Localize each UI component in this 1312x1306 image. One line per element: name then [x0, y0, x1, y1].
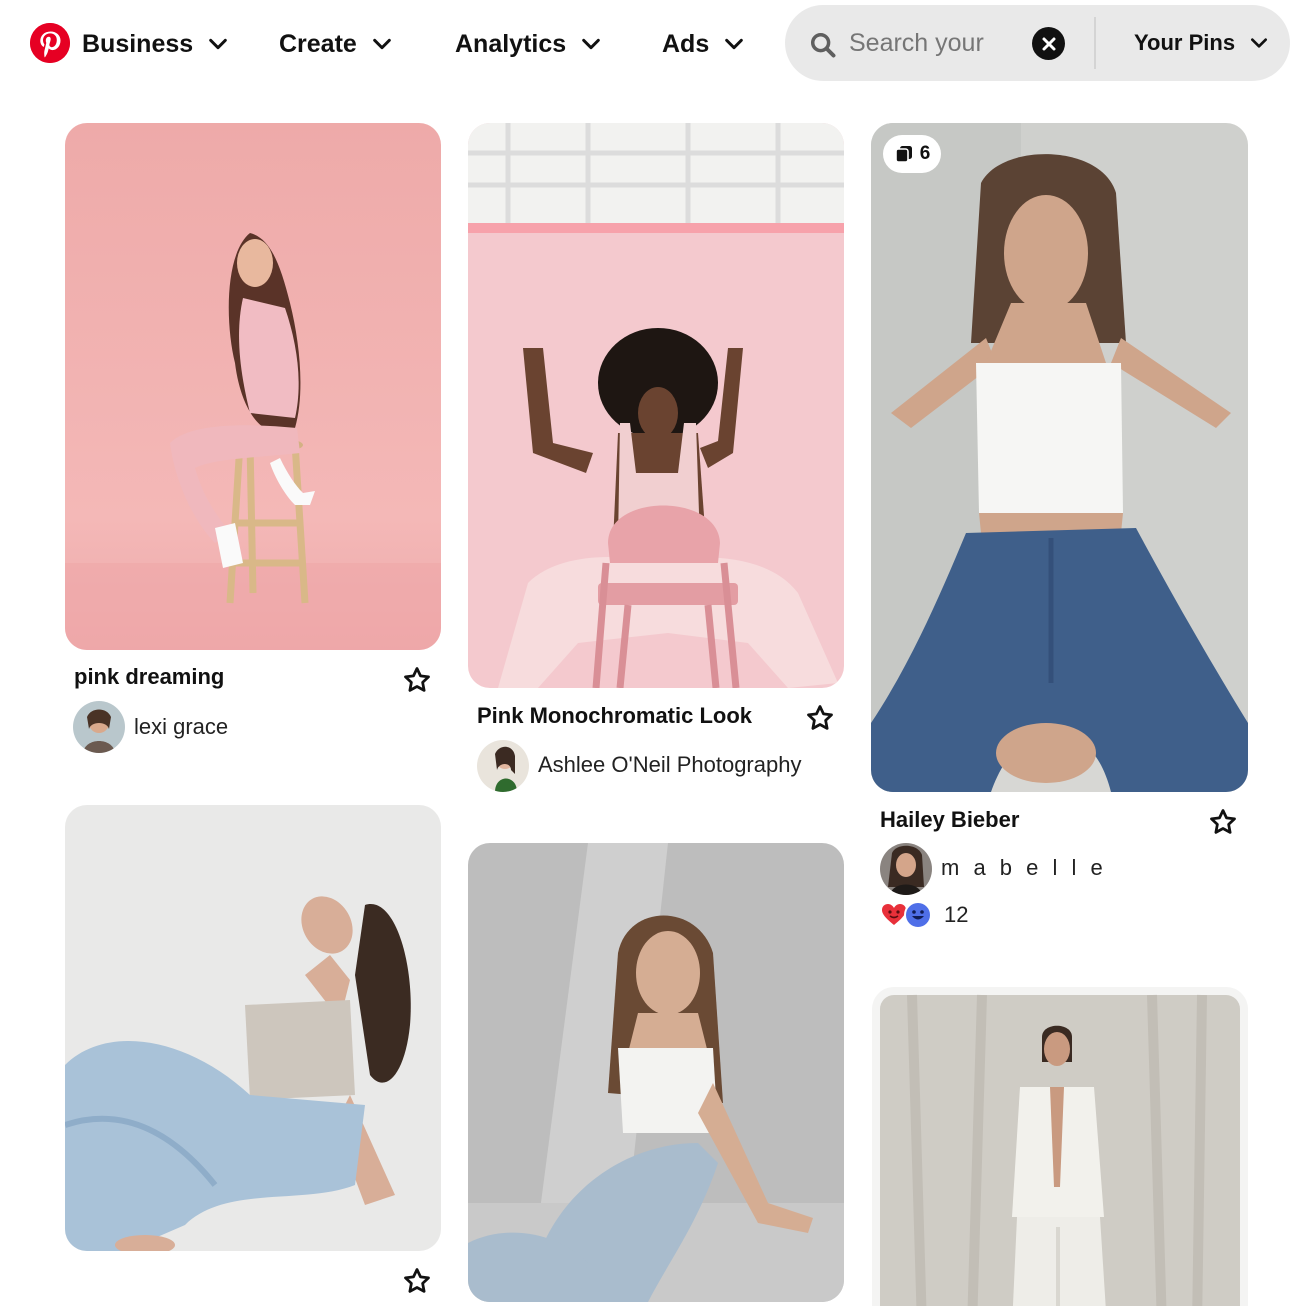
reactions[interactable]: 12 — [880, 900, 968, 930]
clear-icon — [1042, 37, 1055, 50]
avatar[interactable] — [880, 843, 932, 895]
chevron-down-icon — [373, 38, 391, 50]
star-outline-icon — [404, 1268, 430, 1293]
nav-business[interactable]: Business — [82, 24, 229, 64]
pin-image[interactable] — [468, 123, 844, 688]
pin-image[interactable] — [468, 843, 844, 1302]
nav-analytics[interactable]: Analytics — [455, 24, 602, 64]
pin-author[interactable]: lexi grace — [134, 714, 228, 740]
nav-ads[interactable]: Ads — [662, 24, 745, 64]
star-outline-icon — [404, 667, 430, 692]
search-bar: Your Pins — [785, 5, 1290, 81]
search-divider — [1094, 17, 1096, 69]
pin-image[interactable] — [65, 805, 441, 1251]
nav-create-label: Create — [279, 29, 357, 58]
pin-author[interactable]: m a b e l l e — [941, 855, 1107, 881]
nav-analytics-label: Analytics — [455, 29, 567, 58]
avatar[interactable] — [477, 740, 529, 792]
clear-search-button[interactable] — [1032, 27, 1065, 60]
chevron-down-icon — [725, 38, 744, 50]
pin-image[interactable] — [65, 123, 441, 650]
search-icon — [810, 32, 836, 58]
nav-ads-label: Ads — [662, 29, 710, 58]
save-star-button[interactable] — [1208, 807, 1238, 837]
pin-title[interactable]: Pink Monochromatic Look — [477, 703, 752, 729]
pin-image[interactable] — [871, 123, 1248, 792]
nav-create[interactable]: Create — [279, 24, 393, 64]
pin-title[interactable]: pink dreaming — [74, 664, 224, 690]
image-count: 6 — [919, 143, 931, 164]
stack-icon — [894, 146, 912, 163]
save-star-button[interactable] — [805, 703, 835, 733]
image-count-badge: 6 — [883, 135, 941, 173]
pin-title[interactable]: Hailey Bieber — [880, 807, 1019, 833]
nav-business-label: Business — [82, 29, 194, 58]
top-nav-bar: Business Create Analytics Ads Your Pins — [0, 0, 1312, 86]
chevron-down-icon — [582, 38, 600, 50]
save-star-button[interactable] — [402, 665, 432, 695]
your-pins-dropdown[interactable]: Your Pins — [1134, 25, 1269, 61]
star-outline-icon — [807, 705, 833, 730]
pin-author[interactable]: Ashlee O'Neil Photography — [538, 752, 801, 778]
avatar[interactable] — [73, 701, 125, 753]
star-outline-icon — [1210, 809, 1236, 834]
pin-image[interactable] — [872, 987, 1248, 1306]
save-star-button[interactable] — [402, 1266, 432, 1296]
search-input[interactable] — [849, 25, 989, 61]
chevron-down-icon — [1251, 38, 1268, 48]
chevron-down-icon — [209, 38, 227, 50]
your-pins-label: Your Pins — [1134, 30, 1236, 55]
pinterest-logo-icon[interactable] — [30, 23, 70, 63]
reaction-count: 12 — [944, 902, 969, 927]
smile-reaction-icon — [904, 901, 932, 929]
